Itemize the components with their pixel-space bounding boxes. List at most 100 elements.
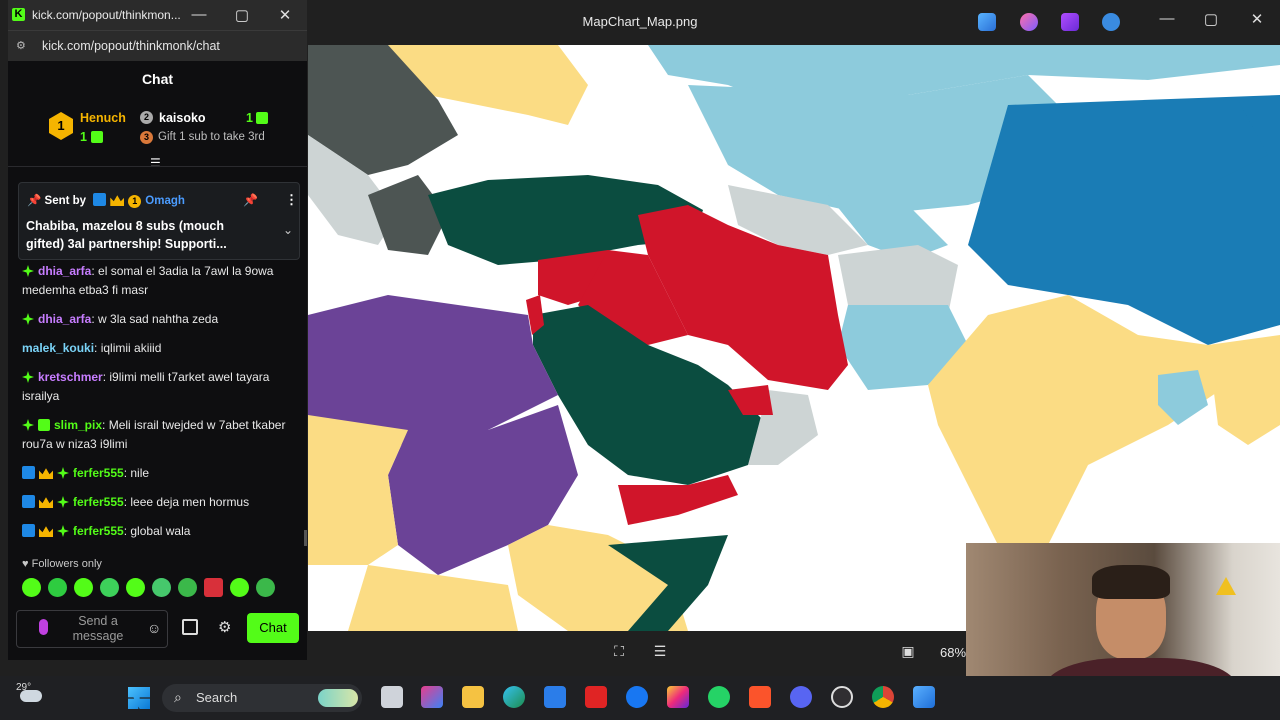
rank-3-number: 3: [143, 132, 149, 142]
sent-by-label: Sent by: [44, 195, 87, 207]
store-icon[interactable]: [182, 619, 198, 635]
minimize-button[interactable]: —: [1152, 10, 1182, 27]
maximize-button[interactable]: ▢: [1196, 10, 1226, 28]
collapse-icon[interactable]: ☰: [150, 156, 161, 170]
chat-scrollbar[interactable]: [304, 530, 307, 546]
followers-only-label: Followers only: [31, 558, 102, 570]
file-explorer-icon[interactable]: [462, 686, 484, 708]
microphone-icon[interactable]: [39, 619, 48, 635]
rank-3-badge-icon: 3: [140, 131, 153, 144]
pinned-sender-name[interactable]: Omagh: [145, 195, 185, 207]
chat-message: malek_kouki: iqlimii akiiid: [22, 339, 292, 358]
leaderboard-third-hint: Gift 1 sub to take 3rd: [158, 131, 265, 143]
onedrive-icon[interactable]: [1102, 13, 1120, 31]
gift-leaderboard: 1 Henuch 1 2 kaisoko 1 3 Gift 1 sub to t…: [8, 100, 307, 156]
chat-maximize-button[interactable]: ▢: [227, 6, 257, 24]
divider: [8, 166, 307, 167]
emote-icon[interactable]: [178, 578, 197, 597]
search-highlight-icon: [318, 689, 358, 707]
green-badge-icon: [57, 496, 69, 508]
emote-icon[interactable]: [204, 578, 223, 597]
followers-only-notice: ♥ Followers only: [22, 558, 102, 570]
settings-gear-icon[interactable]: ⚙: [218, 618, 231, 636]
text-recognize-icon[interactable]: ☰: [652, 643, 668, 659]
separator: :: [102, 418, 109, 432]
leaderboard-second-name: kaisoko: [159, 111, 206, 125]
emote-icon[interactable]: [230, 578, 249, 597]
rank-2-badge-icon: 2: [140, 111, 153, 124]
pinned-message[interactable]: 📌 Sent by 1 Omagh 📌 ⋮ Chabiba, mazelou 8 …: [18, 182, 300, 260]
designer-icon[interactable]: [1020, 13, 1038, 31]
store-app-icon[interactable]: [544, 686, 566, 708]
unpin-icon[interactable]: 📌: [243, 193, 258, 207]
chat-message: slim_pix: Meli israil twejded w 7abet tk…: [22, 416, 292, 454]
chat-username[interactable]: malek_kouki: [22, 341, 94, 355]
l-app-icon[interactable]: [585, 686, 607, 708]
start-button-icon[interactable]: [128, 687, 150, 709]
chat-username[interactable]: dhia_arfa: [38, 312, 91, 326]
emoji-icon[interactable]: ☺: [147, 620, 161, 636]
emote-icon[interactable]: [126, 578, 145, 597]
chat-username[interactable]: slim_pix: [54, 418, 102, 432]
chat-username[interactable]: ferfer555: [73, 495, 124, 509]
chat-messages: dhia_arfa: el somal el 3adia la 7awl la …: [22, 262, 306, 554]
fit-screen-icon[interactable]: ▣: [900, 643, 916, 659]
clipchamp-icon[interactable]: [1061, 13, 1079, 31]
expand-pinned-icon[interactable]: ⌄: [283, 223, 293, 237]
green-badge-icon: [22, 313, 34, 325]
chat-message: kretschmer: i9limi melli t7arket awel ta…: [22, 368, 292, 406]
chat-username[interactable]: ferfer555: [73, 466, 124, 480]
instagram-icon[interactable]: [667, 686, 689, 708]
photos-icon[interactable]: [913, 686, 935, 708]
more-options-icon[interactable]: ⋮: [285, 192, 298, 208]
emote-icon[interactable]: [256, 578, 275, 597]
green-badge-icon: [22, 371, 34, 383]
chat-close-button[interactable]: ✕: [270, 6, 300, 24]
chat-username[interactable]: ferfer555: [73, 524, 124, 538]
screenshot-icon[interactable]: ⛶: [611, 643, 627, 659]
zoom-level[interactable]: 68%: [940, 645, 966, 660]
leaderboard-first-name: Henuch: [80, 111, 126, 125]
chat-message: dhia_arfa: el somal el 3adia la 7awl la …: [22, 262, 292, 300]
search-label: Search: [196, 690, 238, 705]
weather-temperature[interactable]: 29°: [16, 682, 31, 693]
chat-username[interactable]: dhia_arfa: [38, 264, 91, 278]
emote-icon[interactable]: [48, 578, 67, 597]
send-chat-button[interactable]: Chat: [247, 613, 299, 643]
url-bar[interactable]: ⚙ kick.com/popout/thinkmonk/chat: [8, 30, 307, 61]
chat-popout-window: K kick.com/popout/thinkmon... — ▢ ✕ ⚙ ki…: [8, 0, 307, 660]
emote-icon[interactable]: [152, 578, 171, 597]
url-text[interactable]: kick.com/popout/thinkmonk/chat: [42, 39, 220, 53]
close-button[interactable]: ✕: [1242, 10, 1272, 28]
chat-message-text: w 3la sad nahtha zeda: [98, 312, 219, 326]
leaderboard-second-count: 1: [246, 111, 253, 125]
emote-icon[interactable]: [22, 578, 41, 597]
chat-username[interactable]: kretschmer: [38, 370, 103, 384]
emote-bar: [22, 578, 292, 600]
edge-icon[interactable]: [503, 686, 525, 708]
site-info-icon[interactable]: ⚙: [16, 39, 26, 52]
blue-badge-icon: [22, 495, 35, 508]
taskbar-search[interactable]: ⌕ Search: [162, 684, 362, 712]
discord-icon[interactable]: [790, 686, 812, 708]
whatsapp-icon[interactable]: [708, 686, 730, 708]
separator: :: [94, 341, 101, 355]
edit-icon[interactable]: [978, 13, 996, 31]
search-icon: ⌕: [174, 689, 182, 705]
chat-message-text: leee deja men hormus: [130, 495, 250, 509]
chat-input[interactable]: Send a message ☺: [16, 610, 168, 648]
brave-icon[interactable]: [749, 686, 771, 708]
emote-icon[interactable]: [74, 578, 93, 597]
kick-logo-icon: K: [12, 8, 25, 21]
m365-icon[interactable]: [421, 686, 443, 708]
chat-minimize-button[interactable]: —: [184, 6, 214, 23]
facebook-icon[interactable]: [626, 686, 648, 708]
obs-icon[interactable]: [831, 686, 853, 708]
taskview-icon[interactable]: [381, 686, 403, 708]
chrome-icon[interactable]: [872, 686, 894, 708]
gift-icon: [91, 131, 103, 143]
crown-badge-icon: [39, 526, 53, 537]
chat-input-placeholder[interactable]: Send a message: [63, 614, 133, 644]
emote-icon[interactable]: [100, 578, 119, 597]
browser-titlebar: K kick.com/popout/thinkmon... — ▢ ✕: [8, 0, 307, 30]
